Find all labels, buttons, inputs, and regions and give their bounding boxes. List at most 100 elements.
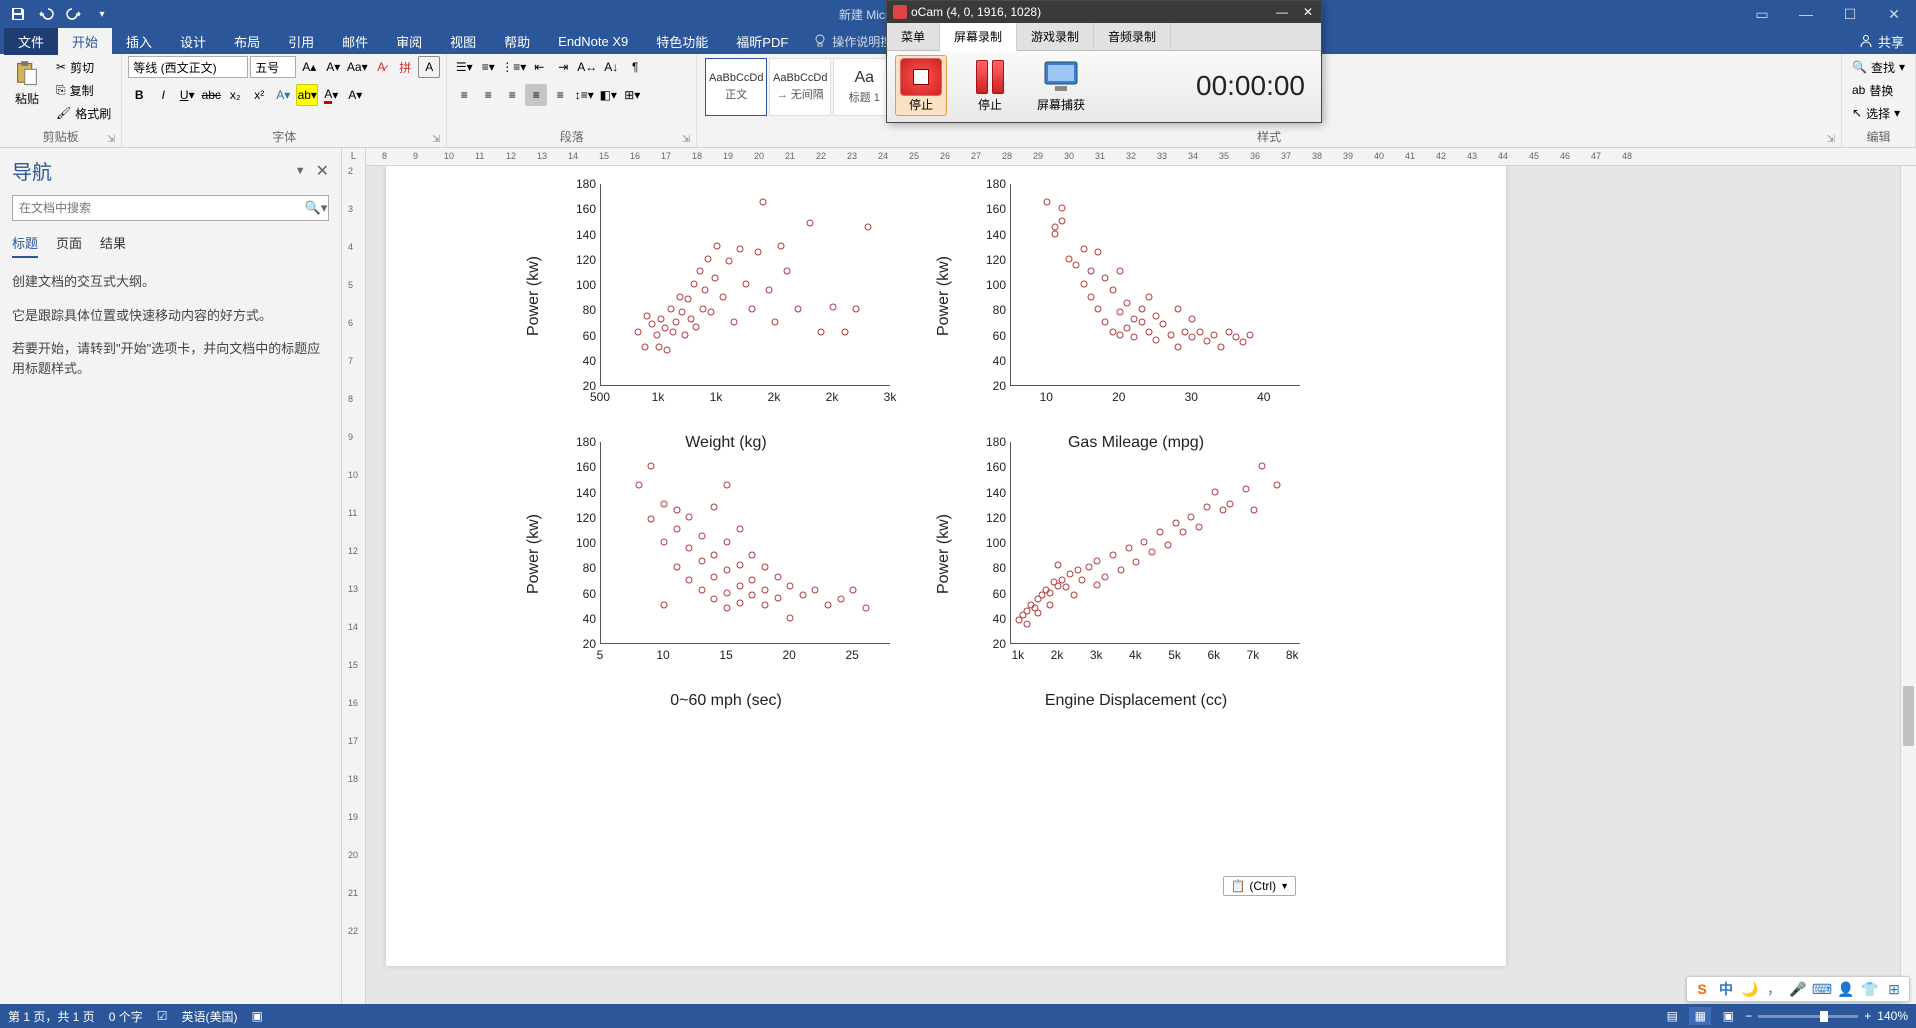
font-launcher[interactable]: ⇲ [432,134,440,145]
paragraph-launcher[interactable]: ⇲ [682,134,690,145]
align-right-button[interactable]: ≡ [501,84,523,106]
ime-toolbar[interactable]: S 中 🌙 ， 🎤 ⌨ 👤 👕 ⊞ [1686,976,1910,1002]
font-size-combo[interactable]: 五号 [250,56,296,78]
nav-tab-pages[interactable]: 页面 [56,233,82,258]
tab-home[interactable]: 开始 [58,28,112,55]
save-button[interactable] [8,4,28,24]
style-item[interactable]: AaBbCcDd→ 无间隔 [769,58,831,116]
ribbon-display-button[interactable]: ▭ [1740,0,1784,28]
format-painter-button[interactable]: 🖌格式刷 [52,102,115,124]
nav-tab-headings[interactable]: 标题 [12,233,38,258]
zoom-slider[interactable] [1758,1015,1858,1018]
ocam-window[interactable]: oCam (4, 0, 1916, 1028) — ✕ 菜单 屏幕录制 游戏录制… [886,0,1322,123]
redo-button[interactable] [64,4,84,24]
copy-button[interactable]: ⎘复制 [52,79,115,101]
enclose-button[interactable]: A [418,56,440,78]
cut-button[interactable]: ✂剪切 [52,56,115,78]
page-viewport[interactable]: Power (kw)Weight (kg)2040608010012014016… [366,166,1916,1004]
italic-button[interactable]: I [152,84,174,106]
tab-foxit[interactable]: 福昕PDF [722,28,802,55]
nav-search[interactable]: 🔍▾ [12,195,329,221]
tab-design[interactable]: 设计 [166,28,220,55]
paste-button[interactable]: 粘贴 [6,56,48,109]
zoom-out-button[interactable]: − [1745,1009,1752,1023]
replace-button[interactable]: ab替换 [1848,79,1909,101]
show-marks-button[interactable]: ¶ [624,56,646,78]
ocam-pause-button[interactable]: 停止 [965,56,1015,115]
font-color-button[interactable]: A▾ [320,84,342,106]
underline-button[interactable]: U▾ [176,84,198,106]
find-button[interactable]: 🔍查找▾ [1848,56,1909,78]
undo-button[interactable] [36,4,56,24]
view-web-button[interactable]: ▣ [1717,1007,1739,1025]
style-item[interactable]: AaBbCcDd正文 [705,58,767,116]
sort-button[interactable]: A↓ [600,56,622,78]
decrease-font-button[interactable]: A▾ [322,56,344,78]
ocam-minimize[interactable]: — [1269,5,1295,19]
ruler-corner[interactable]: L [342,148,366,166]
nav-tab-results[interactable]: 结果 [100,233,126,258]
scrollbar-vertical[interactable] [1900,166,1916,1004]
tab-feature[interactable]: 特色功能 [642,28,722,55]
ocam-titlebar[interactable]: oCam (4, 0, 1916, 1028) — ✕ [887,1,1321,23]
tab-mail[interactable]: 邮件 [328,28,382,55]
superscript-button[interactable]: x² [248,84,270,106]
status-proofing-icon[interactable]: ☑ [157,1009,168,1023]
view-reading-button[interactable]: ▤ [1661,1007,1683,1025]
ocam-tab-audio[interactable]: 音频录制 [1094,23,1171,50]
ocam-tab-screen[interactable]: 屏幕录制 [940,23,1017,51]
tab-view[interactable]: 视图 [436,28,490,55]
highlight-button[interactable]: ab▾ [296,84,318,106]
align-justify-button[interactable]: ≡ [525,84,547,106]
nav-search-input[interactable] [13,201,304,215]
tab-insert[interactable]: 插入 [112,28,166,55]
select-button[interactable]: ↖选择▾ [1848,102,1909,124]
decrease-indent-button[interactable]: ⇤ [528,56,550,78]
tab-file[interactable]: 文件 [4,28,58,55]
text-effects-button[interactable]: A▾ [272,84,294,106]
tab-layout[interactable]: 布局 [220,28,274,55]
ocam-close[interactable]: ✕ [1295,5,1321,19]
punctuation-icon[interactable]: ， [1765,980,1783,998]
clipboard-launcher[interactable]: ⇲ [107,134,115,145]
nav-close-button[interactable]: ✕ [316,161,329,181]
toolbox-icon[interactable]: ⊞ [1885,980,1903,998]
align-distribute-button[interactable]: ≡ [549,84,571,106]
minimize-button[interactable]: — [1784,0,1828,28]
strike-button[interactable]: abc [200,84,222,106]
multilevel-button[interactable]: ⋮≡▾ [501,56,526,78]
increase-font-button[interactable]: A▴ [298,56,320,78]
status-words[interactable]: 0 个字 [109,1008,143,1025]
borders-button[interactable]: ⊞▾ [621,84,643,106]
qat-customize[interactable]: ▾ [92,4,112,24]
align-center-button[interactable]: ≡ [477,84,499,106]
user-icon[interactable]: 👤 [1837,980,1855,998]
shading-button[interactable]: ◧▾ [597,84,619,106]
clear-format-button[interactable]: A̷ [370,56,392,78]
tab-references[interactable]: 引用 [274,28,328,55]
phonetic-button[interactable]: 拼 [394,56,416,78]
font-family-combo[interactable]: 等线 (西文正文) [128,56,248,78]
align-left-button[interactable]: ≡ [453,84,475,106]
styles-launcher[interactable]: ⇲ [1827,134,1835,145]
zoom-in-button[interactable]: + [1864,1009,1871,1023]
bold-button[interactable]: B [128,84,150,106]
change-case-button[interactable]: Aa▾ [346,56,368,78]
ocam-tab-game[interactable]: 游戏录制 [1017,23,1094,50]
nav-dropdown[interactable]: ▼ [295,165,306,177]
scrollbar-thumb[interactable] [1903,686,1914,746]
zoom-level[interactable]: 140% [1877,1009,1908,1023]
asian-layout-button[interactable]: A↔ [576,56,598,78]
line-spacing-button[interactable]: ↕≡▾ [573,84,595,106]
zoom-thumb[interactable] [1820,1011,1828,1022]
maximize-button[interactable]: ☐ [1828,0,1872,28]
ruler-horizontal[interactable]: L 89101112131415161718192021222324252627… [342,148,1916,166]
ocam-capture-button[interactable]: 屏幕捕获 [1033,56,1089,115]
subscript-button[interactable]: x₂ [224,84,246,106]
tab-help[interactable]: 帮助 [490,28,544,55]
keyboard-icon[interactable]: ⌨ [1813,980,1831,998]
status-page[interactable]: 第 1 页，共 1 页 [8,1008,95,1025]
numbering-button[interactable]: ≡▾ [477,56,499,78]
close-button[interactable]: ✕ [1872,0,1916,28]
share-button[interactable]: 共享 [1858,32,1904,51]
